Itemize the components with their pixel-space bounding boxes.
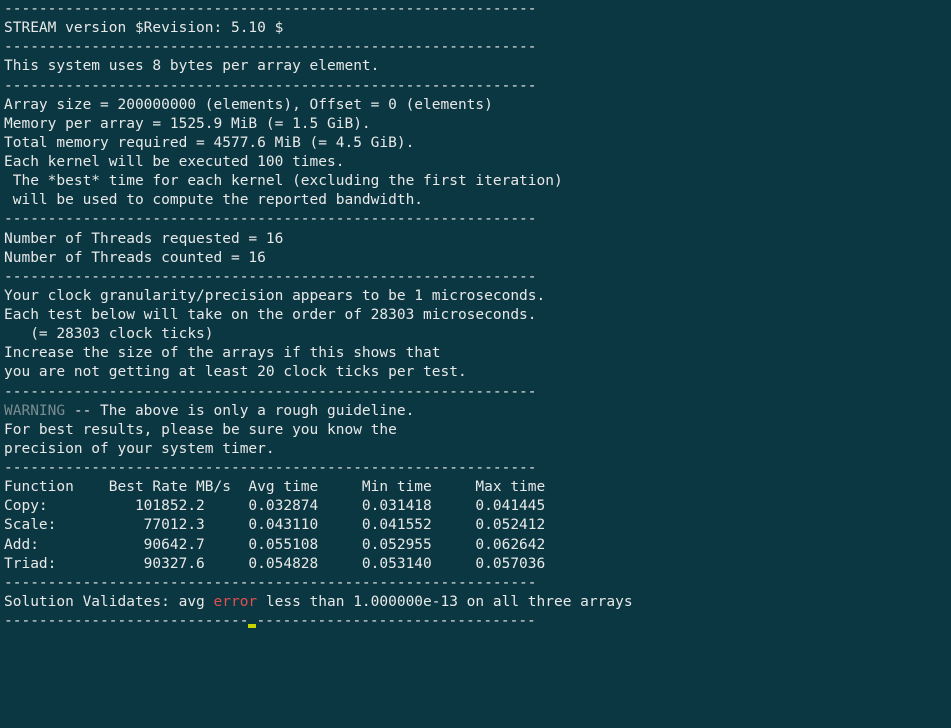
- increase-note-1: Increase the size of the arrays if this …: [4, 345, 441, 361]
- warning-text-1: -- The above is only a rough guideline.: [65, 403, 414, 419]
- table-header: Function Best Rate MB/s Avg time Min tim…: [4, 479, 545, 495]
- separator: ----------------------------------------…: [4, 39, 537, 55]
- best-time-note-1: The *best* time for each kernel (excludi…: [4, 173, 563, 189]
- separator: ----------------------------------------…: [4, 269, 537, 285]
- warning-text-2: For best results, please be sure you kno…: [4, 422, 397, 438]
- increase-note-2: you are not getting at least 20 clock ti…: [4, 364, 467, 380]
- table-row: Add: 90642.7 0.055108 0.052955 0.062642: [4, 537, 545, 553]
- separator: ----------------------------------------…: [4, 460, 537, 476]
- warning-label: WARNING: [4, 403, 65, 419]
- version-line: STREAM version $Revision: 5.10 $: [4, 20, 283, 36]
- best-time-note-2: will be used to compute the reported ban…: [4, 192, 423, 208]
- solution-prefix: Solution Validates: avg: [4, 594, 214, 610]
- separator-partial-2: --------------------------------: [256, 613, 535, 629]
- table-row: Scale: 77012.3 0.043110 0.041552 0.05241…: [4, 517, 545, 533]
- total-memory: Total memory required = 4577.6 MiB (= 4.…: [4, 135, 414, 151]
- error-word: error: [214, 594, 258, 610]
- solution-suffix: less than 1.000000e-13 on all three arra…: [257, 594, 632, 610]
- test-duration: Each test below will take on the order o…: [4, 307, 537, 323]
- kernel-exec: Each kernel will be executed 100 times.: [4, 154, 344, 170]
- separator: ----------------------------------------…: [4, 575, 537, 591]
- separator-partial: ----------------------------: [4, 613, 248, 629]
- array-size: Array size = 200000000 (elements), Offse…: [4, 97, 493, 113]
- terminal-output: ----------------------------------------…: [0, 0, 951, 631]
- warning-text-3: precision of your system timer.: [4, 441, 275, 457]
- clock-granularity: Your clock granularity/precision appears…: [4, 288, 545, 304]
- clock-ticks: (= 28303 clock ticks): [4, 326, 214, 342]
- threads-counted: Number of Threads counted = 16: [4, 250, 266, 266]
- table-row: Triad: 90327.6 0.054828 0.053140 0.05703…: [4, 556, 545, 572]
- separator: ----------------------------------------…: [4, 211, 537, 227]
- threads-requested: Number of Threads requested = 16: [4, 231, 283, 247]
- memory-per-array: Memory per array = 1525.9 MiB (= 1.5 GiB…: [4, 116, 371, 132]
- separator: ----------------------------------------…: [4, 78, 537, 94]
- separator: ----------------------------------------…: [4, 384, 537, 400]
- bytes-per-element: This system uses 8 bytes per array eleme…: [4, 58, 379, 74]
- table-row: Copy: 101852.2 0.032874 0.031418 0.04144…: [4, 498, 545, 514]
- separator: ----------------------------------------…: [4, 1, 537, 17]
